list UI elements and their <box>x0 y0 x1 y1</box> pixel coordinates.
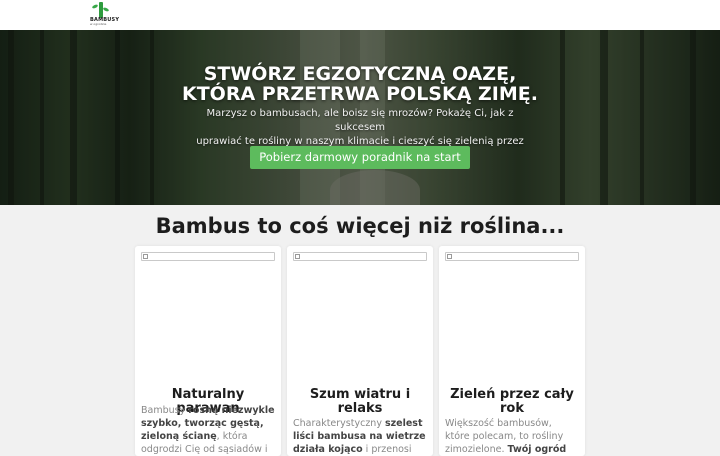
card-title: Zieleń przez cały rok <box>450 387 574 416</box>
feature-card-screen: Naturalny parawan Bambusy rosną niezwykl… <box>135 246 281 456</box>
bamboo-logo-icon <box>99 2 103 18</box>
logo-tagline: w ogrodzie <box>90 22 107 26</box>
broken-image-icon <box>447 254 452 259</box>
site-logo[interactable]: BAMBUSY w ogrodzie <box>86 2 119 28</box>
feature-card-relax: Szum wiatru i relaks Charakterystyczny s… <box>287 246 433 456</box>
feature-card-evergreen: Zieleń przez cały rok Większość bambusów… <box>439 246 585 456</box>
card-image <box>445 252 579 261</box>
broken-image-icon <box>143 254 148 259</box>
hero-headline: STWÓRZ EGZOTYCZNĄ OAZĘ, KTÓRA PRZETRWA P… <box>182 63 538 105</box>
card-text: Większość bambusów, które polecam, to ro… <box>445 418 567 455</box>
card-text: Charakterystyczny szelest liści bambusa … <box>293 418 426 455</box>
download-guide-button[interactable]: Pobierz darmowy poradnik na start <box>250 146 470 169</box>
card-image <box>141 252 275 261</box>
card-image <box>293 252 427 261</box>
section-title: Bambus to coś więcej niż roślina... <box>155 214 565 238</box>
hero-banner: STWÓRZ EGZOTYCZNĄ OAZĘ, KTÓRA PRZETRWA P… <box>0 30 720 205</box>
card-text: Bambusy rosną niezwykle szybko, tworząc … <box>141 405 275 455</box>
broken-image-icon <box>295 254 300 259</box>
top-bar: BAMBUSY w ogrodzie <box>0 0 720 30</box>
card-title: Szum wiatru i relaks <box>309 387 411 416</box>
